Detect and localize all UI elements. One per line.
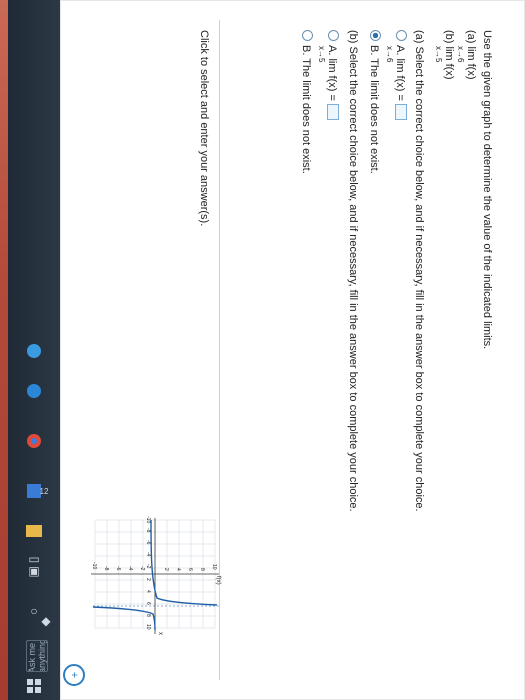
y-tick: -10 — [91, 562, 97, 569]
x-tick: 10 — [145, 624, 151, 630]
y-tick: 6 — [187, 568, 193, 571]
b-choice-a[interactable]: A. lim f(x) = — [326, 30, 339, 120]
radio-a-a[interactable] — [396, 30, 407, 41]
a-choice-b[interactable]: B. The limit does not exist. — [368, 30, 381, 174]
radio-a-b[interactable] — [370, 30, 381, 41]
windows-icon[interactable] — [20, 675, 48, 697]
b-choice-b[interactable]: B. The limit does not exist. — [300, 30, 313, 174]
question-page: Use the given graph to determine the val… — [60, 0, 525, 700]
part-b-instruction: (b) Select the correct choice below, and… — [347, 30, 359, 512]
y-tick: 2 — [163, 568, 169, 571]
x-tick: -4 — [145, 552, 151, 557]
x-tick: 4 — [145, 590, 151, 593]
answer-box-b[interactable] — [327, 103, 339, 120]
badge: 12 — [39, 486, 49, 496]
file-explorer-icon[interactable] — [20, 520, 48, 542]
y-tick: 10 — [211, 564, 217, 570]
limit-a-sub: x→6 — [456, 46, 465, 63]
ie-icon[interactable] — [20, 340, 48, 362]
browser-window: Use the given graph to determine the val… — [60, 0, 525, 700]
function-graph: f(x) x -10 -8 -6 -4 -2 2 4 6 8 10 10 8 6… — [91, 516, 221, 635]
x-tick: 8 — [145, 614, 151, 617]
y-tick: 8 — [199, 568, 205, 571]
chrome-icon[interactable] — [20, 430, 48, 452]
question-prompt: Use the given graph to determine the val… — [481, 30, 493, 350]
zoom-icon[interactable]: + — [63, 664, 85, 686]
content-rotated: Use the given graph to determine the val… — [60, 0, 525, 700]
limit-a: (a) lim f(x) — [465, 30, 477, 80]
edge-icon[interactable] — [20, 380, 48, 402]
y-tick: -8 — [103, 566, 109, 571]
a-choice-a[interactable]: A. lim f(x) = — [394, 30, 407, 120]
photos-icon[interactable]: ▣ — [20, 560, 48, 582]
x-tick: -8 — [145, 528, 151, 533]
y-tick: -4 — [127, 566, 133, 571]
y-axis-label: f(x) — [215, 576, 221, 585]
y-tick: -6 — [115, 566, 121, 571]
answer-box-a[interactable] — [395, 103, 407, 120]
x-tick: -2 — [145, 564, 151, 569]
x-tick: -6 — [145, 540, 151, 545]
x-axis-label: x — [157, 632, 163, 635]
limit-b-sub: x→5 — [434, 46, 443, 63]
radio-b-b[interactable] — [302, 30, 313, 41]
taskbar: Ask me anything ○ ▭ 12 ▣ ◆ — [8, 0, 60, 700]
settings-icon[interactable]: ◆ — [32, 610, 60, 632]
x-tick: -10 — [145, 516, 151, 523]
desk-edge — [0, 0, 8, 700]
y-tick: -2 — [139, 566, 145, 571]
radio-b-a[interactable] — [328, 30, 339, 41]
x-tick: 6 — [145, 602, 151, 605]
search-input[interactable]: Ask me anything — [26, 640, 48, 672]
footer-hint: Click to select and enter your answer(s)… — [198, 30, 210, 227]
x-tick: 2 — [145, 578, 151, 581]
limit-b: (b) lim f(x) — [443, 30, 455, 80]
a-choice-a-sub: x→6 — [385, 46, 394, 63]
b-choice-a-sub: x→5 — [317, 46, 326, 63]
part-a-instruction: (a) Select the correct choice below, and… — [413, 30, 425, 512]
y-tick: 4 — [175, 568, 181, 571]
